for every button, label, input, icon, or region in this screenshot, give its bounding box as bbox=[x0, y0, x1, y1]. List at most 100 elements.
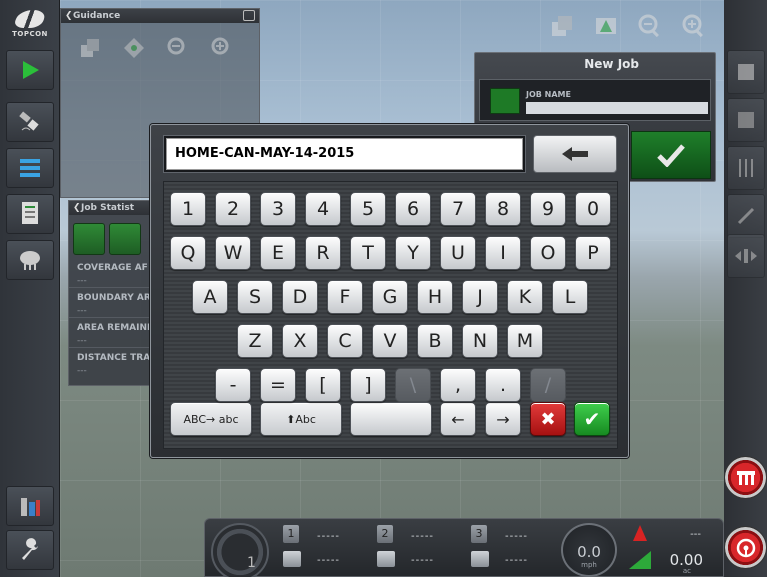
job-stats-title[interactable]: ❮ Job Statist bbox=[69, 201, 151, 215]
letter-key[interactable]: H bbox=[417, 280, 453, 314]
right-tool-5[interactable] bbox=[727, 234, 765, 278]
letter-key[interactable]: N bbox=[462, 324, 498, 358]
right-sidebar bbox=[724, 0, 767, 577]
symbol-key: / bbox=[530, 368, 566, 402]
digit-key[interactable]: 5 bbox=[350, 192, 386, 226]
letter-key[interactable]: P bbox=[575, 236, 611, 270]
letter-key[interactable]: A bbox=[192, 280, 228, 314]
section-control-button[interactable] bbox=[724, 456, 767, 499]
right-tool-4[interactable] bbox=[727, 194, 765, 238]
view-mode-icon[interactable] bbox=[594, 14, 618, 38]
cursor-right-key[interactable]: → bbox=[485, 402, 521, 436]
section-number: 1 bbox=[283, 525, 299, 543]
letter-key[interactable]: U bbox=[440, 236, 476, 270]
weather-button[interactable] bbox=[6, 240, 54, 280]
letter-key[interactable]: S bbox=[237, 280, 273, 314]
letter-key[interactable]: C bbox=[327, 324, 363, 358]
symbol-key[interactable]: . bbox=[485, 368, 521, 402]
section-value-top: ----- bbox=[411, 531, 435, 542]
new-job-confirm-button[interactable] bbox=[631, 131, 711, 179]
keyboard-text-input[interactable]: HOME-CAN-MAY-14-2015 bbox=[166, 138, 523, 170]
zoom-in-icon[interactable] bbox=[682, 14, 706, 38]
area-counter[interactable]: --- 0.00 ac bbox=[625, 521, 721, 575]
symbol-key[interactable]: , bbox=[440, 368, 476, 402]
layers-stack-icon[interactable] bbox=[550, 14, 574, 38]
letter-key[interactable]: M bbox=[507, 324, 543, 358]
symbol-key[interactable]: - bbox=[215, 368, 251, 402]
rate-gauge[interactable]: 1 bbox=[211, 523, 269, 577]
cancel-x-icon: ✖ bbox=[540, 408, 556, 430]
digit-key[interactable]: 6 bbox=[395, 192, 431, 226]
digit-key[interactable]: 1 bbox=[170, 192, 206, 226]
letter-key[interactable]: G bbox=[372, 280, 408, 314]
letter-key[interactable]: L bbox=[552, 280, 588, 314]
stats-tab-field[interactable] bbox=[73, 223, 105, 255]
guidance-compass-icon[interactable] bbox=[123, 37, 145, 59]
digit-key[interactable]: 0 bbox=[575, 192, 611, 226]
letter-key[interactable]: B bbox=[417, 324, 453, 358]
job-name-input[interactable] bbox=[526, 102, 708, 114]
digit-key[interactable]: 9 bbox=[530, 192, 566, 226]
satellite-button[interactable] bbox=[6, 102, 54, 142]
stat-value-coverage: --- bbox=[77, 276, 87, 286]
section-3-status[interactable]: 3 ----- ----- bbox=[465, 523, 557, 571]
stats-tab-time[interactable] bbox=[109, 223, 141, 255]
zoom-out-icon[interactable] bbox=[638, 14, 662, 38]
ok-button[interactable]: ✔ bbox=[574, 402, 610, 436]
guidance-zoom-in-icon[interactable] bbox=[211, 37, 233, 59]
play-arrow-icon bbox=[23, 61, 39, 79]
right-tool-2[interactable] bbox=[727, 98, 765, 142]
letter-key[interactable]: R bbox=[305, 236, 341, 270]
job-button[interactable] bbox=[6, 194, 54, 234]
abc-mode-key[interactable]: ABC→ abc bbox=[170, 402, 252, 436]
guidance-zoom-out-icon[interactable] bbox=[167, 37, 189, 59]
digit-key[interactable]: 4 bbox=[305, 192, 341, 226]
data-button[interactable] bbox=[6, 486, 54, 526]
area-wedge-icon bbox=[629, 551, 651, 569]
digit-key[interactable]: 2 bbox=[215, 192, 251, 226]
job-name-row[interactable]: JOB NAME bbox=[479, 79, 711, 121]
digit-key[interactable]: 8 bbox=[485, 192, 521, 226]
right-tool-1[interactable] bbox=[727, 50, 765, 94]
digit-key[interactable]: 7 bbox=[440, 192, 476, 226]
pin-icon[interactable] bbox=[243, 10, 255, 21]
letter-key[interactable]: Q bbox=[170, 236, 206, 270]
guidance-title-text: Guidance bbox=[73, 11, 121, 21]
letter-key[interactable]: X bbox=[282, 324, 318, 358]
settings-button[interactable] bbox=[6, 530, 54, 570]
cursor-left-key[interactable]: ← bbox=[440, 402, 476, 436]
autosteer-button[interactable] bbox=[724, 526, 767, 569]
letter-key[interactable]: Z bbox=[237, 324, 273, 358]
layers-button[interactable] bbox=[6, 148, 54, 188]
space-key[interactable] bbox=[350, 402, 432, 436]
digit-key[interactable]: 3 bbox=[260, 192, 296, 226]
shift-key[interactable]: ⬆Abc bbox=[260, 402, 342, 436]
letter-key[interactable]: W bbox=[215, 236, 251, 270]
guidance-panel-title[interactable]: ❮ Guidance bbox=[61, 9, 259, 23]
stat-value-distance: --- bbox=[77, 366, 87, 376]
guidance-layers-icon[interactable] bbox=[79, 37, 101, 59]
cancel-button[interactable]: ✖ bbox=[530, 402, 566, 436]
guidance-button[interactable] bbox=[6, 50, 54, 90]
letter-key[interactable]: K bbox=[507, 280, 543, 314]
section-2-status[interactable]: 2 ----- ----- bbox=[371, 523, 463, 571]
symbol-key[interactable]: [ bbox=[305, 368, 341, 402]
section-1-status[interactable]: 1 ----- ----- bbox=[277, 523, 369, 571]
right-tool-3[interactable] bbox=[727, 146, 765, 190]
speedometer[interactable]: 0.0 mph bbox=[561, 523, 617, 577]
symbol-key[interactable]: ] bbox=[350, 368, 386, 402]
chevron-left-icon[interactable]: ❮ bbox=[73, 201, 81, 215]
letter-key[interactable]: D bbox=[282, 280, 318, 314]
letter-key[interactable]: E bbox=[260, 236, 296, 270]
letter-key[interactable]: F bbox=[327, 280, 363, 314]
chevron-left-icon[interactable]: ❮ bbox=[65, 9, 73, 23]
letter-key[interactable]: V bbox=[372, 324, 408, 358]
symbol-key[interactable]: = bbox=[260, 368, 296, 402]
letter-key[interactable]: I bbox=[485, 236, 521, 270]
letter-key[interactable]: J bbox=[462, 280, 498, 314]
letter-key[interactable]: T bbox=[350, 236, 386, 270]
letter-key[interactable]: O bbox=[530, 236, 566, 270]
letter-key[interactable]: Y bbox=[395, 236, 431, 270]
backspace-button[interactable] bbox=[533, 135, 617, 173]
stat-value-area-remaining: --- bbox=[77, 336, 87, 346]
